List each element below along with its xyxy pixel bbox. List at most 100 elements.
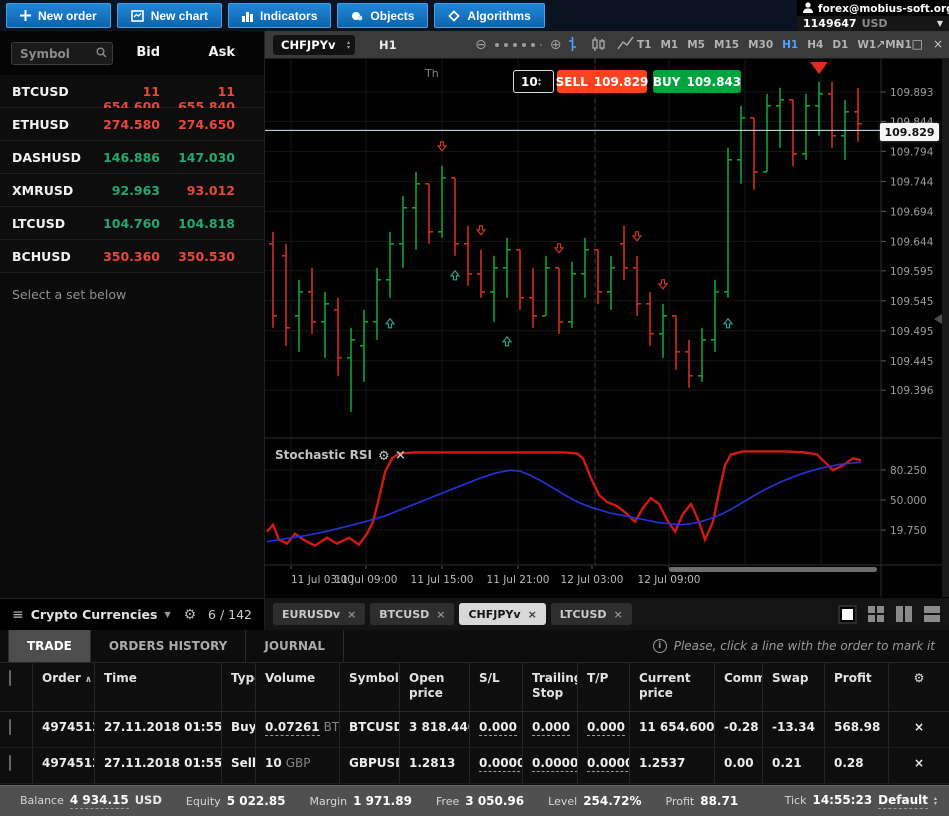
stepper-icon: ▴▾ [347,40,350,50]
buy-button[interactable]: BUY 109.843 [653,70,741,93]
order-sl[interactable]: 0.0000 [479,756,523,772]
tab-journal[interactable]: JOURNAL [246,630,344,662]
order-swap: 0.21 [763,748,825,783]
order-tp[interactable]: 0.0000 [587,756,630,772]
tab-orders-history[interactable]: ORDERS HISTORY [91,630,246,662]
tab-trade[interactable]: TRADE [8,630,91,662]
layout-columns-icon[interactable] [894,605,913,624]
close-icon[interactable]: × [436,608,445,621]
chart-tab-btcusd[interactable]: BTCUSD × [370,603,454,625]
col-current-price[interactable]: Current price [630,663,715,711]
tf-m30[interactable]: M30 [748,39,773,51]
col-open-price[interactable]: Open price [400,663,470,711]
buy-arrow-icon [724,319,732,328]
watchlist-row-btcusd[interactable]: BTCUSD 11 654.600 11 655.840 [0,75,264,108]
watchlist-row-ethusd[interactable]: ETHUSD 274.580 274.650 [0,108,264,141]
order-row-49745127[interactable]: 49745127 27.11.2018 01:55:03 Sell 10GBP … [0,748,949,784]
order-volume[interactable]: 10 [265,756,282,770]
tf-h4[interactable]: H4 [807,39,823,51]
indicator-settings-gear-icon[interactable]: ⚙ [378,449,390,464]
watchlist-row-dashusd[interactable]: DASHUSD 146.886 147.030 [0,141,264,174]
close-icon[interactable]: × [933,37,943,51]
layout-grid-icon[interactable] [866,605,885,624]
buy-label: BUY [653,75,681,89]
profile-item[interactable]: Default [878,793,928,809]
chart-symbol-select[interactable]: CHFJPYv ▴▾ [273,35,355,55]
new-order-button[interactable]: New order [6,3,111,28]
row-checkbox[interactable] [9,755,11,771]
algorithms-button[interactable]: Algorithms [434,3,544,28]
account-selector[interactable]: 1149647 USD ▼ [797,16,949,31]
zoom-level-dots [495,43,542,47]
tf-m15[interactable]: M15 [714,39,739,51]
scroll-arrow-icon[interactable] [934,314,942,324]
chart-canvas[interactable]: Th109.893109.844109.794109.744109.694109… [265,59,949,597]
volume-stepper[interactable]: ▴▾ [513,70,554,93]
chart-tab-ltcusd[interactable]: LTCUSD × [551,603,632,625]
symbol-set-selector[interactable]: Crypto Currencies [31,607,158,622]
order-volume[interactable]: 0.07261 [265,720,320,736]
vertical-scroll-strip[interactable] [942,59,949,597]
tf-w1[interactable]: W1 [857,39,876,51]
gear-icon[interactable]: ⚙ [184,607,197,623]
col-profit[interactable]: Profit [825,663,889,711]
close-icon[interactable]: × [347,608,356,621]
order-trailing-stop[interactable]: 0.0000 [532,756,578,772]
col-trailing-stop[interactable]: Trailing Stop [523,663,578,711]
svg-text:12 Jul 09:00: 12 Jul 09:00 [638,574,701,586]
watchlist-row-ltcusd[interactable]: LTCUSD 104.760 104.818 [0,207,264,240]
zoom-out-icon[interactable]: ⊖ [475,37,487,53]
maximize-icon[interactable]: □ [912,37,923,51]
order-row-49745129[interactable]: 49745129 27.11.2018 01:55:20 Buy 0.07261… [0,712,949,748]
close-order-icon[interactable]: × [889,712,949,747]
horizontal-scrollbar[interactable] [669,567,877,572]
col-order[interactable]: Order∧ [33,663,95,711]
chart-area[interactable]: Th109.893109.844109.794109.744109.694109… [265,59,949,597]
line-style-icon[interactable] [617,36,634,55]
new-chart-button[interactable]: New chart [117,3,222,28]
tf-d1[interactable]: D1 [832,39,848,51]
watchlist-row-xmrusd[interactable]: XMRUSD 92.963 93.012 [0,174,264,207]
sell-button[interactable]: SELL 109.829 [557,70,647,93]
order-tp[interactable]: 0.000 [587,720,625,736]
chart-tab-eurusdv[interactable]: EURUSDv × [273,603,365,625]
col-commission[interactable]: Commis [715,663,763,711]
layout-single-icon[interactable] [838,605,857,624]
close-icon[interactable]: × [614,608,623,621]
table-settings-gear-icon[interactable]: ⚙ [889,663,949,711]
watchlist-row-bchusd[interactable]: BCHUSD 350.360 350.530 [0,240,264,273]
balance-value[interactable]: 4 934.15 [70,793,129,809]
tf-m5[interactable]: M5 [687,39,705,51]
select-all-checkbox[interactable] [9,670,11,686]
order-trailing-stop[interactable]: 0.000 [532,720,570,736]
tf-t1[interactable]: T1 [637,39,651,51]
tf-m1[interactable]: M1 [660,39,678,51]
svg-text:109.644: 109.644 [890,236,934,248]
layout-rows-icon[interactable] [922,605,941,624]
detach-icon[interactable]: ↗ [876,37,886,51]
col-volume[interactable]: Volume [256,663,340,711]
col-type[interactable]: Type [222,663,256,711]
close-icon[interactable]: × [528,608,537,621]
candles-style-icon[interactable] [591,36,606,55]
volume-input[interactable] [514,75,538,89]
order-type: Sell [222,748,256,783]
col-time[interactable]: Time [95,663,222,711]
col-swap[interactable]: Swap [763,663,825,711]
chart-tab-chfjpyv[interactable]: CHFJPYv × [459,603,545,625]
col-symbol[interactable]: Symbol [340,663,400,711]
row-checkbox[interactable] [9,719,11,735]
indicator-close-icon[interactable]: × [395,448,406,463]
zoom-in-icon[interactable]: ⊕ [550,37,562,53]
order-sl[interactable]: 0.000 [479,720,517,736]
minimize-icon[interactable]: – [896,37,902,51]
tf-h1[interactable]: H1 [782,39,798,51]
col-tp[interactable]: T/P [578,663,630,711]
menu-icon[interactable]: ≡ [12,607,24,623]
col-sl[interactable]: S/L [470,663,523,711]
layout-switcher [838,605,941,624]
bars-style-icon[interactable] [565,36,580,55]
close-order-icon[interactable]: × [889,748,949,783]
objects-button[interactable]: Objects [337,3,428,28]
indicators-button[interactable]: Indicators [228,3,331,28]
